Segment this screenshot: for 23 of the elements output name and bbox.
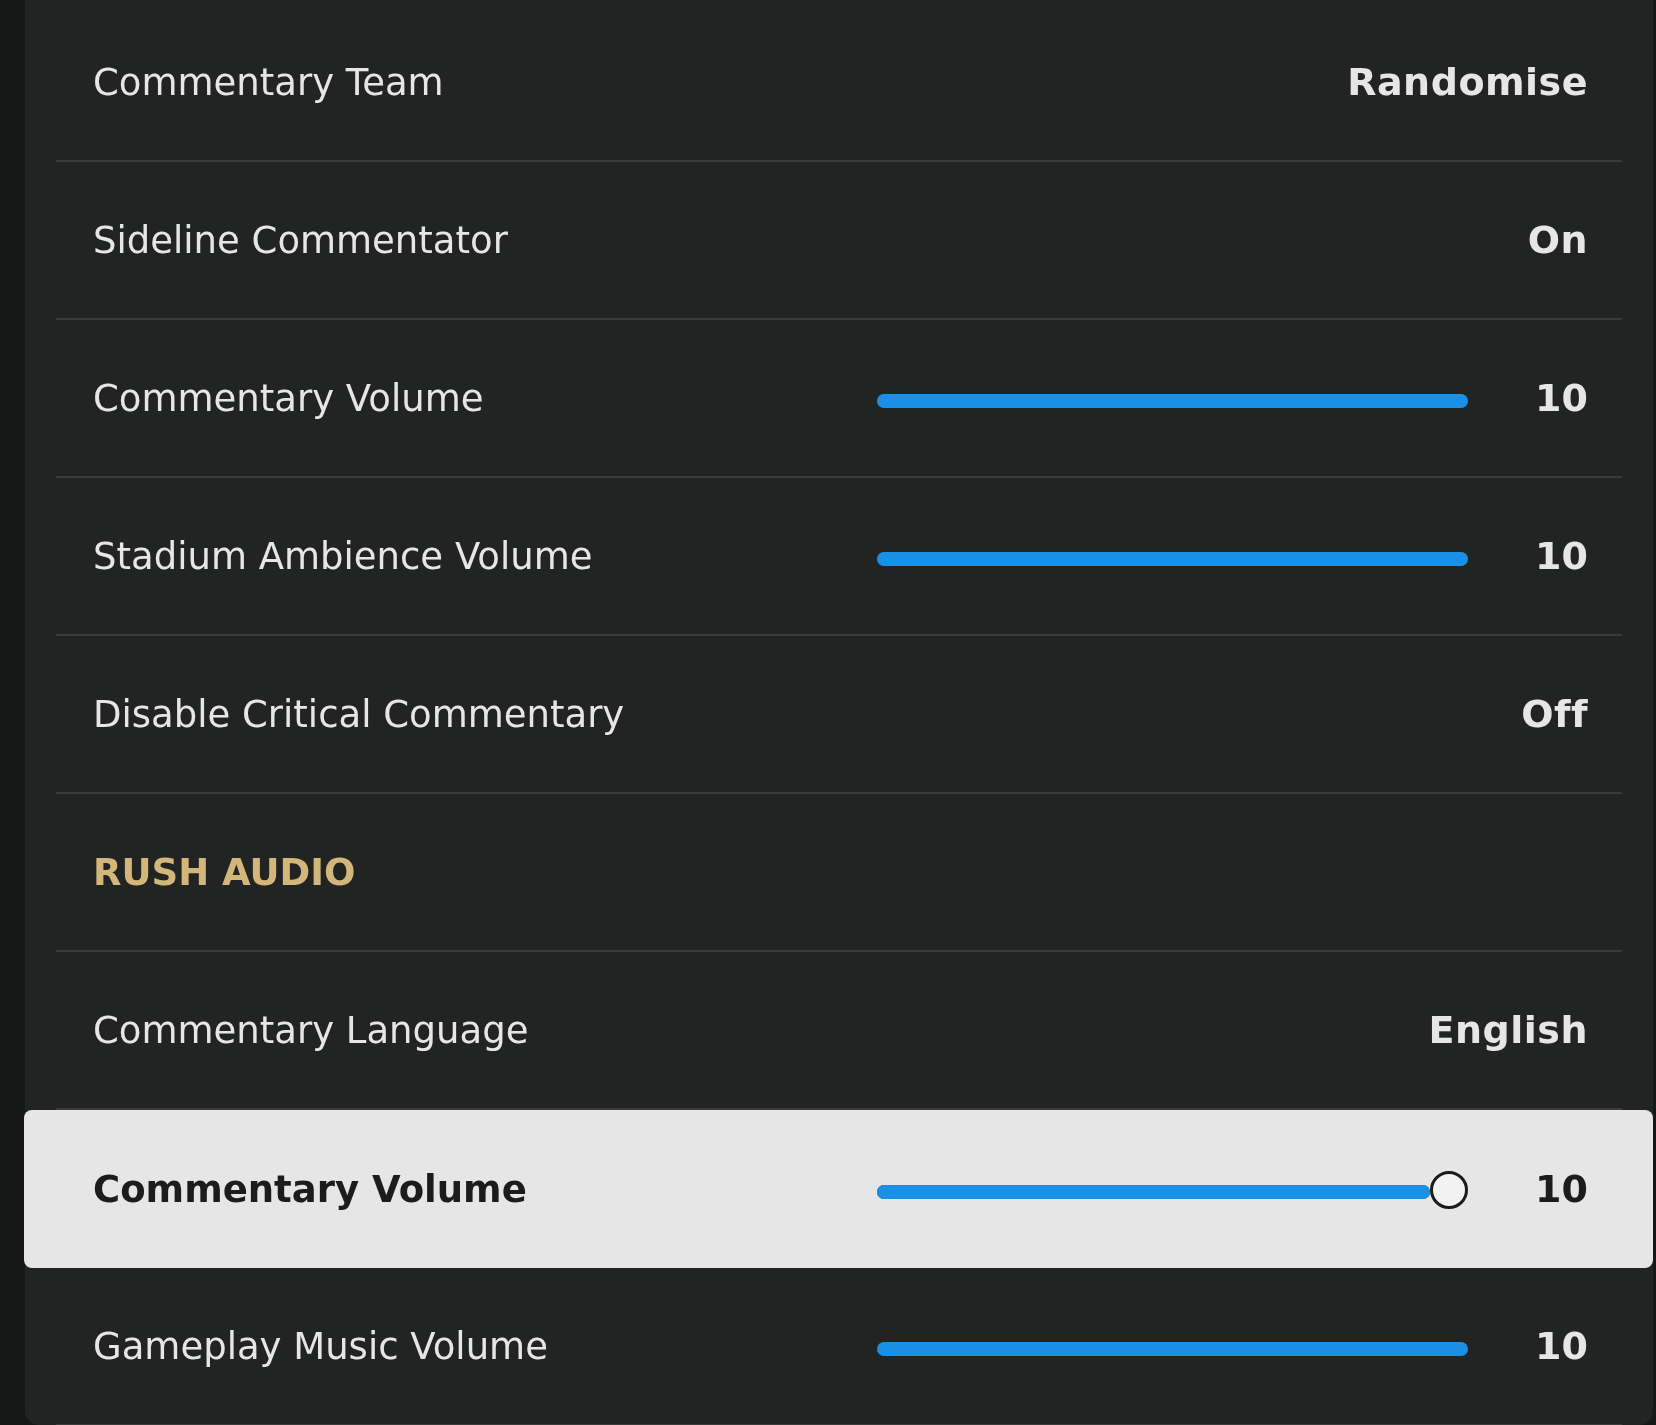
setting-label: Stadium Ambience Volume (93, 534, 594, 578)
setting-value: 10 (1534, 376, 1588, 420)
slider-fill[interactable] (877, 1342, 1468, 1356)
setting-label: Commentary Team (93, 60, 445, 104)
setting-value: 10 (1534, 1324, 1588, 1368)
setting-value: Randomise (1347, 60, 1588, 104)
setting-value: On (1527, 218, 1588, 262)
slider-thumb[interactable] (1430, 1171, 1468, 1209)
slider-fill[interactable] (877, 394, 1468, 408)
setting-label: Disable Critical Commentary (93, 692, 626, 736)
slider-fill[interactable] (877, 1185, 1430, 1199)
setting-value: Off (1521, 692, 1588, 736)
setting-value: English (1428, 1008, 1588, 1052)
setting-label: Commentary Volume (93, 376, 485, 420)
setting-label: Commentary Language (93, 1008, 530, 1052)
setting-label: Sideline Commentator (93, 218, 509, 262)
setting-label: Gameplay Music Volume (93, 1324, 549, 1368)
setting-row[interactable]: Commentary Volume 10 (24, 1110, 1653, 1268)
setting-value: 10 (1534, 1167, 1588, 1211)
slider-fill[interactable] (877, 552, 1468, 566)
section-header: RUSH AUDIO (93, 850, 356, 894)
setting-value: 10 (1534, 534, 1588, 578)
setting-label: Commentary Volume (93, 1167, 528, 1211)
